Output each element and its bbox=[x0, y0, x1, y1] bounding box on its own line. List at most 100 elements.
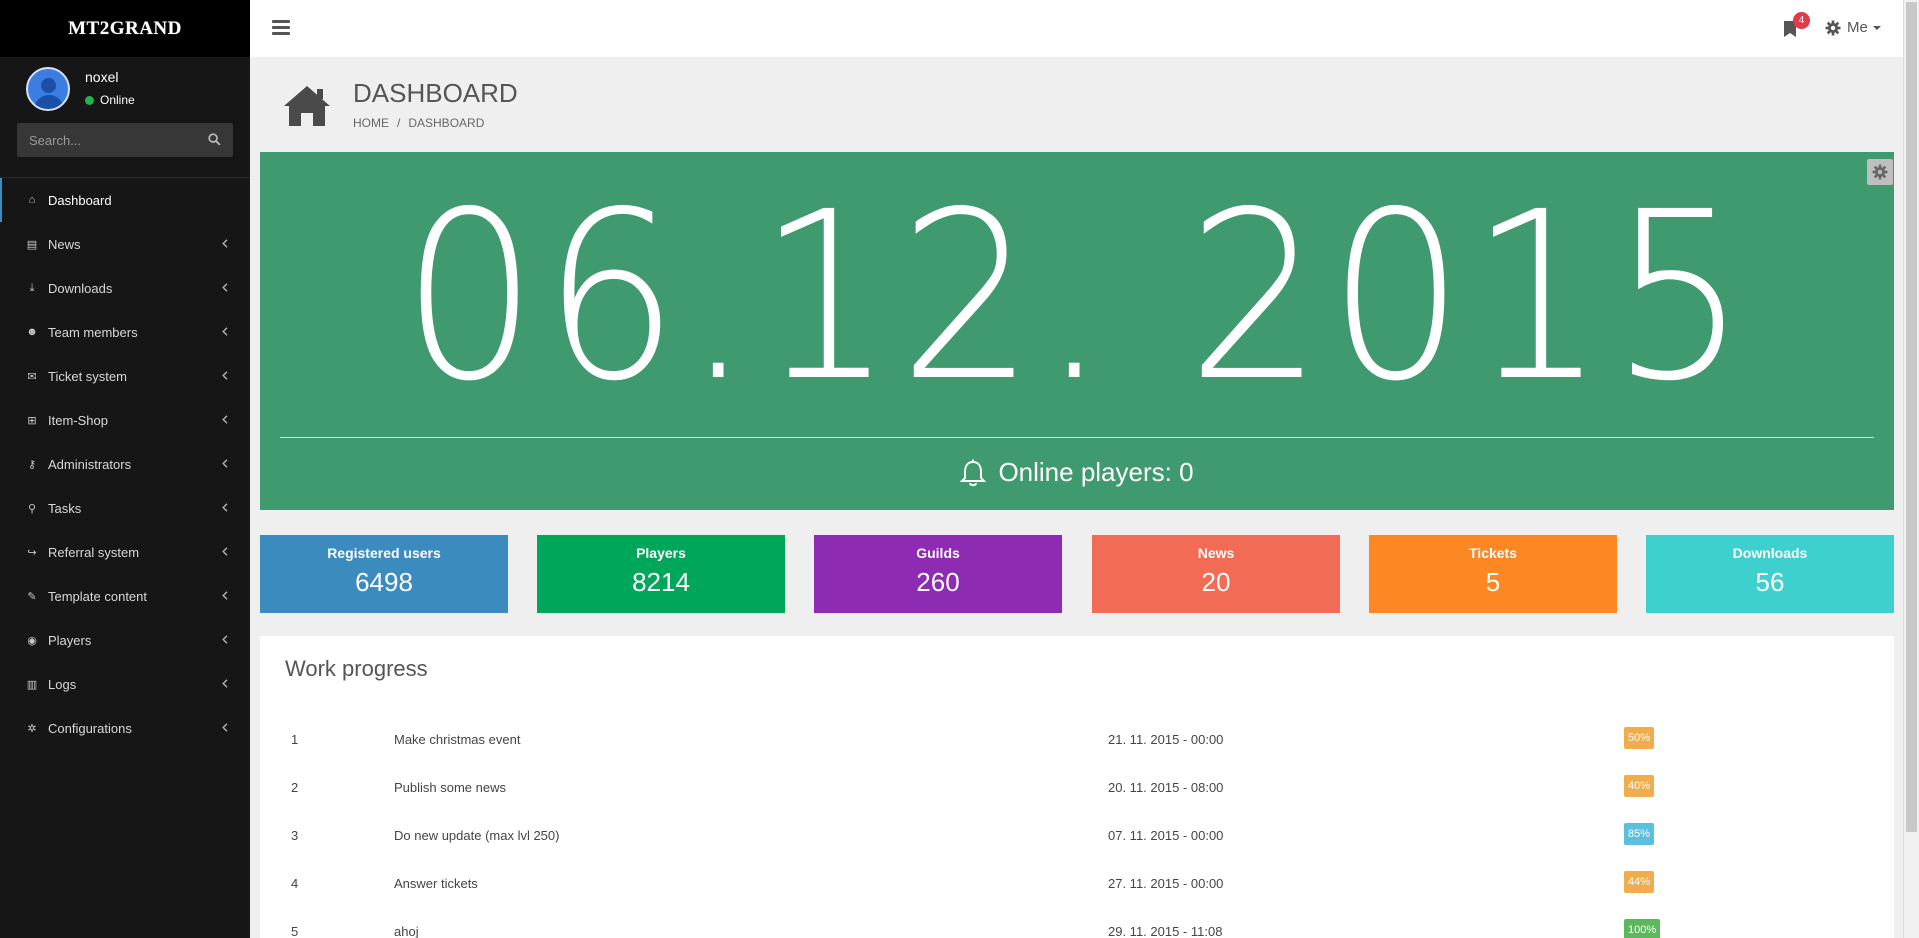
stat-box-tickets[interactable]: Tickets 5 bbox=[1369, 535, 1617, 613]
work-progress-panel: Work progress 1 Make christmas event 21. 1… bbox=[260, 636, 1894, 938]
sidebar-item-team-members[interactable]: ☻ Team members bbox=[0, 310, 250, 354]
search-icon[interactable] bbox=[208, 133, 221, 146]
task-name: Make christmas event bbox=[394, 732, 521, 747]
sidebar: MT2GRAND noxel Online ⌂ Dashboard ▤ News ⤓ Do… bbox=[0, 0, 250, 938]
sidebar-item-logs[interactable]: ▥ Logs bbox=[0, 662, 250, 706]
user-status: Online bbox=[85, 93, 135, 107]
sidebar-item-label: Configurations bbox=[48, 720, 132, 736]
task-name: Publish some news bbox=[394, 780, 506, 795]
progress-badge: 85% bbox=[1624, 823, 1655, 845]
stat-value: 8214 bbox=[632, 567, 690, 597]
brand-logo[interactable]: MT2GRAND bbox=[0, 0, 250, 57]
user-name: noxel bbox=[85, 69, 119, 85]
table-row: 4 Answer tickets 27. 11. 2015 - 00:00 44% bbox=[260, 871, 1894, 924]
stat-box-guilds[interactable]: Guilds 260 bbox=[814, 535, 1062, 613]
stat-box-downloads[interactable]: Downloads 56 bbox=[1646, 535, 1894, 613]
stat-value: 260 bbox=[916, 567, 960, 597]
current-date: 06.12. 2015 bbox=[401, 162, 1753, 432]
newspaper-icon: ▤ bbox=[26, 238, 38, 251]
download-icon: ⤓ bbox=[29, 281, 35, 294]
account-menu[interactable]: Me bbox=[1825, 19, 1881, 36]
task-date: 21. 11. 2015 - 00:00 bbox=[1108, 732, 1224, 747]
sidebar-item-dashboard[interactable]: ⌂ Dashboard bbox=[0, 178, 250, 222]
sidebar-item-label: Ticket system bbox=[48, 368, 127, 384]
work-progress-title: Work progress bbox=[285, 656, 428, 681]
task-id: 5 bbox=[291, 924, 299, 938]
sidebar-item-label: Template content bbox=[48, 588, 148, 604]
stat-box-players[interactable]: Players 8214 bbox=[537, 535, 785, 613]
task-id: 2 bbox=[291, 780, 299, 795]
caret-down-icon bbox=[1872, 25, 1881, 30]
progress-badge: 40% bbox=[1624, 775, 1655, 797]
sidebar-item-tasks[interactable]: ⚲ Tasks bbox=[0, 486, 250, 530]
progress-badge: 44% bbox=[1624, 871, 1655, 893]
menu-toggle-icon[interactable] bbox=[272, 20, 290, 36]
sidebar-menu: ⌂ Dashboard ▤ News ⤓ Downloads ☻ Team members ✉ T… bbox=[0, 177, 250, 750]
sidebar-item-referral-system[interactable]: ↪ Referral system bbox=[0, 530, 250, 574]
sidebar-item-item-shop[interactable]: ⊞ Item-Shop bbox=[0, 398, 250, 442]
breadcrumb: HOME / DASHBOARD bbox=[353, 116, 484, 130]
search-input[interactable] bbox=[17, 132, 197, 148]
sidebar-item-news[interactable]: ▤ News bbox=[0, 222, 250, 266]
stat-label: Players bbox=[636, 545, 686, 561]
sidebar-item-label: Dashboard bbox=[48, 192, 112, 208]
task-id: 1 bbox=[291, 732, 299, 747]
sidebar-item-ticket-system[interactable]: ✉ Ticket system bbox=[0, 354, 250, 398]
table-row: 2 Publish some news 20. 11. 2015 - 08:00 40… bbox=[260, 775, 1894, 828]
stat-label: Downloads bbox=[1732, 545, 1808, 561]
online-players-label: Online players: 0 bbox=[998, 457, 1194, 487]
stat-label: Tickets bbox=[1469, 545, 1517, 561]
avatar bbox=[26, 67, 70, 111]
page-title: DASHBOARD bbox=[353, 78, 518, 108]
scrollbar-thumb[interactable] bbox=[1906, 2, 1917, 832]
chevron-left-icon bbox=[222, 459, 228, 468]
sidebar-item-label: Downloads bbox=[48, 280, 113, 296]
stat-label: Guilds bbox=[916, 545, 960, 561]
panel-settings-button[interactable] bbox=[1867, 159, 1893, 185]
envelope-icon: ✉ bbox=[27, 370, 37, 383]
notification-badge: 4 bbox=[1793, 12, 1810, 29]
sidebar-item-administrators[interactable]: ⚷ Administrators bbox=[0, 442, 250, 486]
stat-value: 20 bbox=[1201, 567, 1231, 597]
stat-value: 6498 bbox=[355, 567, 413, 597]
sidebar-item-label: Item-Shop bbox=[48, 412, 108, 428]
page-scrollbar[interactable] bbox=[1903, 0, 1919, 938]
online-players: Online players: 0 bbox=[260, 457, 1894, 488]
cart-icon: ⊞ bbox=[27, 414, 37, 427]
users-icon: ☻ bbox=[26, 326, 38, 338]
sidebar-item-label: Logs bbox=[48, 676, 77, 692]
stat-value: 5 bbox=[1485, 567, 1501, 597]
task-name: ahoj bbox=[394, 924, 419, 938]
sidebar-item-label: Administrators bbox=[48, 456, 132, 472]
stat-box-news[interactable]: News 20 bbox=[1092, 535, 1340, 613]
sidebar-item-configurations[interactable]: ✲ Configurations bbox=[0, 706, 250, 750]
breadcrumb-home[interactable]: HOME bbox=[353, 116, 389, 130]
home-icon: ⌂ bbox=[28, 194, 36, 206]
chevron-left-icon bbox=[222, 371, 228, 380]
task-date: 20. 11. 2015 - 08:00 bbox=[1108, 780, 1224, 795]
progress-badge: 50% bbox=[1624, 727, 1655, 749]
sidebar-item-template-content[interactable]: ✎ Template content bbox=[0, 574, 250, 618]
stat-label: News bbox=[1197, 545, 1235, 561]
chevron-left-icon bbox=[222, 415, 228, 424]
topbar: 4 Me bbox=[250, 0, 1903, 57]
sidebar-item-downloads[interactable]: ⤓ Downloads bbox=[0, 266, 250, 310]
stat-label: Registered users bbox=[327, 545, 441, 561]
chevron-left-icon bbox=[222, 723, 228, 732]
stat-value: 56 bbox=[1755, 567, 1785, 597]
stat-box-registered-users[interactable]: Registered users 6498 bbox=[260, 535, 508, 613]
task-name: Do new update (max lvl 250) bbox=[394, 828, 560, 843]
sidebar-item-players[interactable]: ◉ Players bbox=[0, 618, 250, 662]
table-row: 5 ahoj 29. 11. 2015 - 11:08 100% bbox=[260, 919, 1894, 938]
home-icon bbox=[284, 86, 330, 126]
breadcrumb-current: DASHBOARD bbox=[408, 116, 485, 130]
pencil-icon: ✎ bbox=[27, 590, 37, 603]
share-icon: ↪ bbox=[27, 546, 37, 559]
sidebar-item-label: Players bbox=[48, 632, 92, 648]
divider bbox=[280, 437, 1874, 438]
key-icon: ⚷ bbox=[27, 458, 37, 471]
breadcrumb-separator: / bbox=[397, 116, 401, 130]
chevron-left-icon bbox=[222, 679, 228, 688]
task-id: 3 bbox=[291, 828, 299, 843]
gear-icon bbox=[1825, 20, 1841, 35]
